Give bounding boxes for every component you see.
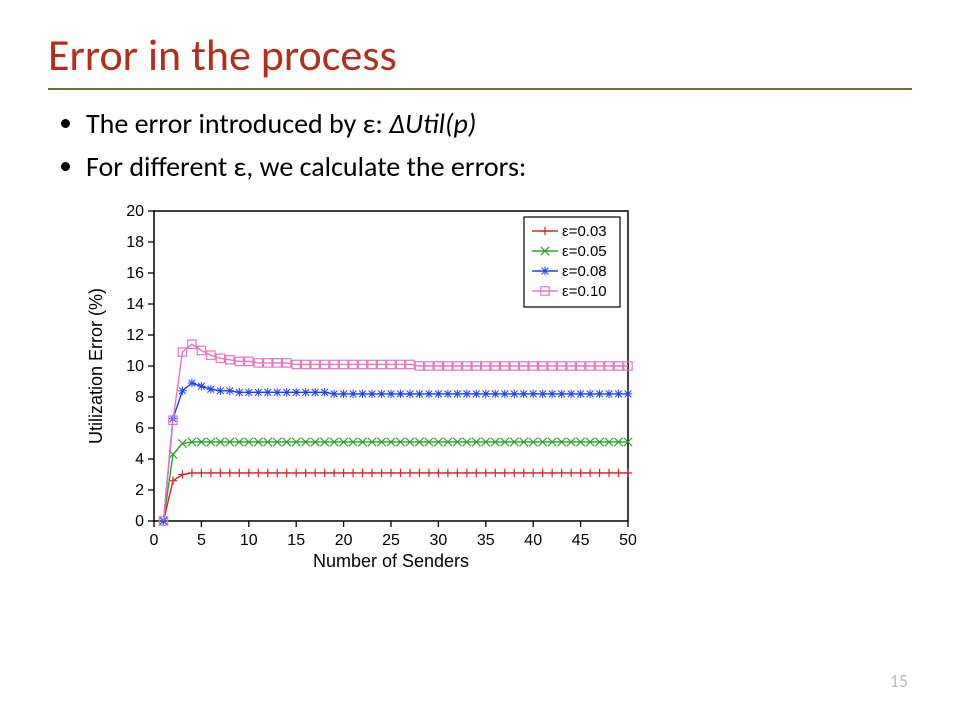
svg-text:0: 0 [135, 513, 144, 530]
svg-text:30: 30 [430, 532, 448, 549]
svg-text:ε=0.03: ε=0.03 [562, 223, 607, 240]
bullet-2: For different ε, we calculate the errors… [86, 147, 912, 188]
bullet-1: The error introduced by ε: ΔUtil(p) [86, 104, 912, 145]
svg-text:10: 10 [240, 532, 258, 549]
svg-text:Utilization Error (%): Utilization Error (%) [86, 288, 106, 444]
slide-title: Error in the process [48, 28, 912, 82]
svg-text:25: 25 [382, 532, 400, 549]
chart-container: 0 5 10 15 20 25 30 35 40 45 50 0 2 4 6 8 10 12 14 16 18 20 Num… [82, 197, 912, 582]
bullet-1-text: The error introduced by ε: [86, 106, 389, 141]
svg-text:Number of Senders: Number of Senders [313, 551, 469, 571]
svg-text:0: 0 [150, 532, 159, 549]
svg-text:35: 35 [477, 532, 495, 549]
svg-text:16: 16 [126, 265, 144, 282]
title-underline [48, 88, 912, 90]
svg-text:15: 15 [287, 532, 305, 549]
svg-text:4: 4 [135, 451, 144, 468]
chart: 0 5 10 15 20 25 30 35 40 45 50 0 2 4 6 8 10 12 14 16 18 20 Num… [82, 197, 642, 577]
svg-text:ε=0.08: ε=0.08 [562, 263, 607, 280]
slide: Error in the process The error introduce… [0, 0, 960, 720]
svg-text:14: 14 [126, 296, 144, 313]
svg-text:10: 10 [126, 358, 144, 375]
bullet-1-em: ΔUtil(p) [389, 106, 476, 141]
svg-text:40: 40 [524, 532, 542, 549]
bullet-list: The error introduced by ε: ΔUtil(p) For … [58, 104, 912, 187]
svg-text:45: 45 [572, 532, 590, 549]
svg-text:18: 18 [126, 234, 144, 251]
svg-text:ε=0.05: ε=0.05 [562, 243, 607, 260]
svg-text:6: 6 [135, 420, 144, 437]
page-number: 15 [890, 670, 908, 692]
svg-text:ε=0.10: ε=0.10 [562, 283, 607, 300]
svg-text:50: 50 [619, 532, 637, 549]
svg-text:2: 2 [135, 482, 144, 499]
svg-text:20: 20 [335, 532, 353, 549]
svg-text:20: 20 [126, 203, 144, 220]
svg-text:5: 5 [197, 532, 206, 549]
svg-text:12: 12 [126, 327, 144, 344]
svg-text:8: 8 [135, 389, 144, 406]
